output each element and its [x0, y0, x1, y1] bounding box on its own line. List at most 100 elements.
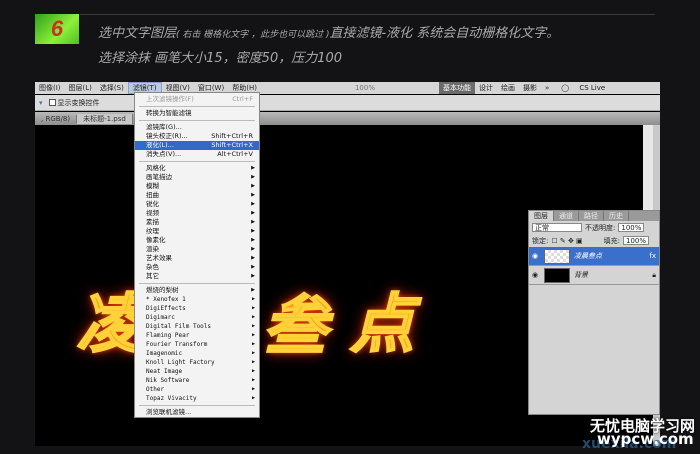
menu-item[interactable]: 上次滤镜操作(F)Ctrl+F: [135, 95, 259, 104]
menu-separator: [139, 120, 255, 121]
opacity-input[interactable]: 100%: [618, 223, 644, 232]
menu-item[interactable]: 模糊▶: [135, 182, 259, 191]
menu-item[interactable]: 像素化▶: [135, 236, 259, 245]
menu-item[interactable]: 视频▶: [135, 209, 259, 218]
eye-icon[interactable]: ◉: [532, 271, 540, 279]
menu-item-label: DigiEffects: [146, 305, 186, 312]
menu-layer[interactable]: 图层(L): [65, 83, 96, 93]
layer-row[interactable]: ◉背景🔒︎: [529, 266, 659, 285]
layer-name: 凌晨叁点: [574, 251, 602, 261]
watermark: wypcw.com: [597, 430, 694, 448]
menu-item-label: 杂色: [146, 263, 159, 271]
more-workspaces-button[interactable]: »: [541, 84, 553, 92]
workspace-essentials[interactable]: 基本功能: [439, 82, 475, 94]
menu-item[interactable]: 画笔描边▶: [135, 173, 259, 182]
submenu-arrow-icon: ▶: [251, 245, 255, 254]
menu-item[interactable]: 消失点(V)...Alt+Ctrl+V: [135, 150, 259, 159]
menu-item[interactable]: 燃烧的梨树 ▶: [135, 286, 259, 295]
tab-paths[interactable]: 路径: [579, 211, 604, 221]
tab-untitled-1[interactable]: 未标题-1.psd: [77, 114, 133, 124]
dropdown-arrow-icon[interactable]: ▾: [39, 99, 43, 107]
menu-item-label: 燃烧的梨树: [146, 286, 179, 294]
menu-item[interactable]: 其它▶: [135, 272, 259, 281]
menu-item[interactable]: Digimarc▶: [135, 313, 259, 322]
layer-row[interactable]: ◉凌晨叁点fx: [529, 247, 659, 266]
menu-item[interactable]: 浏览联机滤镜...: [135, 408, 259, 417]
menu-item[interactable]: 艺术效果▶: [135, 254, 259, 263]
menu-item-label: Nik Software: [146, 377, 189, 384]
menu-item[interactable]: Neat Image▶: [135, 367, 259, 376]
photoshop-window: 图像(I) 图层(L) 选择(S) 滤镜(T) 视图(V) 窗口(W) 帮助(H…: [35, 82, 660, 446]
menu-item[interactable]: 素描 ▶: [135, 218, 259, 227]
submenu-arrow-icon: ▶: [251, 173, 255, 182]
blend-mode-select[interactable]: 正常: [532, 223, 582, 232]
menu-item-label: 滤镜库(G)...: [146, 123, 182, 131]
instruction-line-2: 选择涂抹 画笔大小15，密度50，压力100: [98, 47, 342, 66]
lock-icons[interactable]: ☐ ✎ ✥ ▣: [551, 237, 582, 245]
cs-live-button[interactable]: ◯ CS Live: [553, 84, 613, 92]
menu-item[interactable]: 扭曲▶: [135, 191, 259, 200]
menu-item-label: Other: [146, 386, 164, 393]
tab-history[interactable]: 历史: [604, 211, 629, 221]
opacity-label: 不透明度:: [585, 223, 615, 233]
eye-icon[interactable]: ◉: [532, 252, 540, 260]
menu-select[interactable]: 选择(S): [96, 83, 128, 93]
lock-icon: 🔒︎: [652, 271, 656, 280]
menu-item[interactable]: Fourier Transform ▶: [135, 340, 259, 349]
menu-item-label: 其它: [146, 272, 159, 280]
menu-item[interactable]: Imagenomic▶: [135, 349, 259, 358]
menu-item[interactable]: Knoll Light Factory▶: [135, 358, 259, 367]
fill-input[interactable]: 100%: [623, 236, 649, 245]
submenu-arrow-icon: ▶: [251, 236, 255, 245]
submenu-arrow-icon: ▶: [252, 322, 255, 331]
workspace-painting[interactable]: 绘画: [497, 83, 519, 93]
workspace-photography[interactable]: 摄影: [519, 83, 541, 93]
menu-item[interactable]: Nik Software▶: [135, 376, 259, 385]
menu-item[interactable]: 镜头校正(R)...Shift+Ctrl+R: [135, 132, 259, 141]
menu-item-shortcut: Alt+Ctrl+V: [217, 150, 253, 159]
menu-bar: 图像(I) 图层(L) 选择(S) 滤镜(T) 视图(V) 窗口(W) 帮助(H…: [35, 82, 660, 94]
instr-text: 选中文字图层: [98, 26, 176, 41]
show-transform-controls-checkbox[interactable]: 显示变换控件: [49, 98, 100, 108]
menu-item[interactable]: 纹理▶: [135, 227, 259, 236]
instruction-line-1: 选中文字图层( 右击 栅格化文字 ，此步也可以跳过 )直接滤镜-液化 系统会自动…: [98, 22, 559, 41]
menu-item[interactable]: 风格化 ▶: [135, 164, 259, 173]
menu-item[interactable]: Flaming Pear▶: [135, 331, 259, 340]
submenu-arrow-icon: ▶: [251, 164, 255, 173]
menu-item[interactable]: Digital Film Tools▶: [135, 322, 259, 331]
menu-item[interactable]: Topaz Vivacity▶: [135, 394, 259, 403]
menu-item-label: Fourier Transform: [146, 341, 207, 348]
workspace-design[interactable]: 设计: [475, 83, 497, 93]
lock-label: 锁定:: [532, 236, 548, 246]
menu-item-shortcut: Shift+Ctrl+X: [211, 141, 253, 150]
menu-item-label: 风格化: [146, 164, 166, 172]
menu-item[interactable]: 转换为智能滤镜: [135, 109, 259, 118]
menu-item-label: Topaz Vivacity: [146, 395, 197, 402]
flame-text-char: 叁: [263, 275, 327, 367]
menu-item[interactable]: DigiEffects ▶: [135, 304, 259, 313]
menu-item-label: 液化(L)...: [146, 141, 174, 149]
tab-channels[interactable]: 通道: [554, 211, 579, 221]
menu-item[interactable]: 渲染▶: [135, 245, 259, 254]
tab-layers[interactable]: 图层: [529, 211, 554, 221]
menu-item[interactable]: * Xenofex 1▶: [135, 295, 259, 304]
tab-previous-document[interactable]: , RGB/8): [35, 115, 77, 123]
menu-item[interactable]: 液化(L)... Shift+Ctrl+X: [135, 141, 259, 150]
menu-item-shortcut: Shift+Ctrl+R: [211, 132, 253, 141]
submenu-arrow-icon: ▶: [251, 286, 255, 295]
menu-image[interactable]: 图像(I): [35, 83, 65, 93]
menu-item[interactable]: 滤镜库(G)...: [135, 123, 259, 132]
menu-item[interactable]: 锐化▶: [135, 200, 259, 209]
menu-item[interactable]: Other▶: [135, 385, 259, 394]
menu-separator: [139, 283, 255, 284]
submenu-arrow-icon: ▶: [251, 218, 255, 227]
menu-item-label: 素描: [146, 218, 159, 226]
submenu-arrow-icon: ▶: [251, 209, 255, 218]
zoom-select[interactable]: 100%: [351, 84, 379, 92]
cs-live-label: CS Live: [575, 84, 609, 92]
submenu-arrow-icon: ▶: [252, 358, 255, 367]
submenu-arrow-icon: ▶: [252, 340, 255, 349]
menu-item[interactable]: 杂色▶: [135, 263, 259, 272]
layer-thumbnail: [544, 268, 570, 283]
submenu-arrow-icon: ▶: [252, 304, 255, 313]
